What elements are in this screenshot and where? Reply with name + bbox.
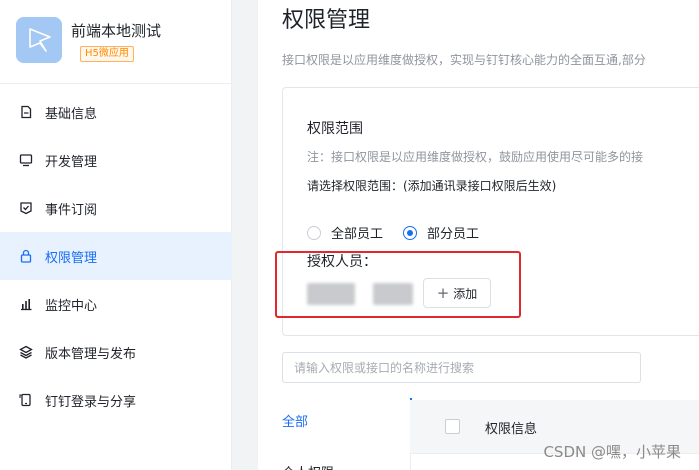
- plus-icon: +: [436, 283, 450, 302]
- radio-checked-icon: [403, 225, 417, 240]
- document-icon: [19, 105, 33, 119]
- subscribe-icon: [19, 201, 33, 215]
- phone-share-icon: [19, 393, 33, 407]
- app-window: 前端本地测试 H5微应用 基础信息 开发管理 事件订阅 权限管理 监控中心 版本…: [0, 0, 699, 470]
- select-all-checkbox[interactable]: [445, 419, 460, 434]
- sidebar-item-basic-info[interactable]: 基础信息: [0, 88, 232, 136]
- sidebar-nav: 基础信息 开发管理 事件订阅 权限管理 监控中心 版本管理与发布 钉钉登录与分享: [0, 88, 232, 424]
- blurred-person-tag: [373, 283, 413, 305]
- sidebar-item-permission-management[interactable]: 权限管理: [0, 232, 232, 280]
- watermark: CSDN @嘿，小苹果: [543, 443, 681, 461]
- sidebar-item-label: 基础信息: [45, 106, 98, 122]
- radio-some-employees[interactable]: 部分员工: [403, 223, 479, 242]
- page-title: 权限管理: [282, 8, 371, 33]
- scope-select-prompt: 请选择权限范围：(添加通讯录接口权限后生效): [307, 179, 557, 193]
- layers-icon: [19, 345, 33, 359]
- radio-label: 部分员工: [427, 227, 480, 242]
- scope-title: 权限范围: [307, 121, 363, 137]
- app-logo: [16, 17, 62, 63]
- blurred-person-tag: [307, 283, 355, 305]
- sidebar-item-version-release[interactable]: 版本管理与发布: [0, 328, 232, 376]
- monitor-icon: [19, 153, 33, 167]
- sidebar-item-label: 开发管理: [45, 154, 98, 170]
- app-type-badge: H5微应用: [80, 46, 134, 62]
- category-all[interactable]: 全部: [282, 411, 308, 430]
- sidebar: 前端本地测试 H5微应用 基础信息 开发管理 事件订阅 权限管理 监控中心 版本…: [0, 0, 232, 470]
- sidebar-item-label: 事件订阅: [45, 202, 98, 218]
- authorized-personnel-label: 授权人员：: [307, 254, 377, 270]
- sidebar-item-label: 监控中心: [45, 298, 98, 314]
- table-header-permission-info: 权限信息: [485, 422, 538, 437]
- page-description: 接口权限是以应用维度做授权，实现与钉钉核心能力的全面互通,部分: [282, 53, 646, 67]
- radio-all-employees[interactable]: 全部员工: [307, 223, 383, 242]
- category-personal[interactable]: 个人权限: [282, 462, 334, 470]
- app-header: 前端本地测试 H5微应用: [0, 0, 232, 84]
- sidebar-item-dingtalk-login-share[interactable]: 钉钉登录与分享: [0, 376, 232, 424]
- app-name: 前端本地测试: [71, 22, 162, 40]
- radio-unchecked-icon: [307, 225, 321, 240]
- sidebar-item-monitoring[interactable]: 监控中心: [0, 280, 232, 328]
- permission-scope-card: 权限范围 注：接口权限是以应用维度做授权，鼓励应用使用尽可能多的接 请选择权限范…: [282, 87, 699, 336]
- radio-label: 全部员工: [331, 227, 384, 242]
- permission-search-input[interactable]: [282, 352, 641, 383]
- sidebar-item-label: 钉钉登录与分享: [45, 394, 137, 410]
- sidebar-item-label: 权限管理: [45, 250, 98, 266]
- scope-note: 注：接口权限是以应用维度做授权，鼓励应用使用尽可能多的接: [307, 150, 644, 164]
- lock-icon: [19, 249, 33, 263]
- add-button-label: 添加: [453, 286, 478, 301]
- bar-chart-icon: [19, 297, 33, 311]
- add-person-button[interactable]: + 添加: [423, 278, 491, 308]
- sidebar-item-event-subscription[interactable]: 事件订阅: [0, 184, 232, 232]
- sidebar-item-label: 版本管理与发布: [45, 346, 137, 362]
- sidebar-item-dev-management[interactable]: 开发管理: [0, 136, 232, 184]
